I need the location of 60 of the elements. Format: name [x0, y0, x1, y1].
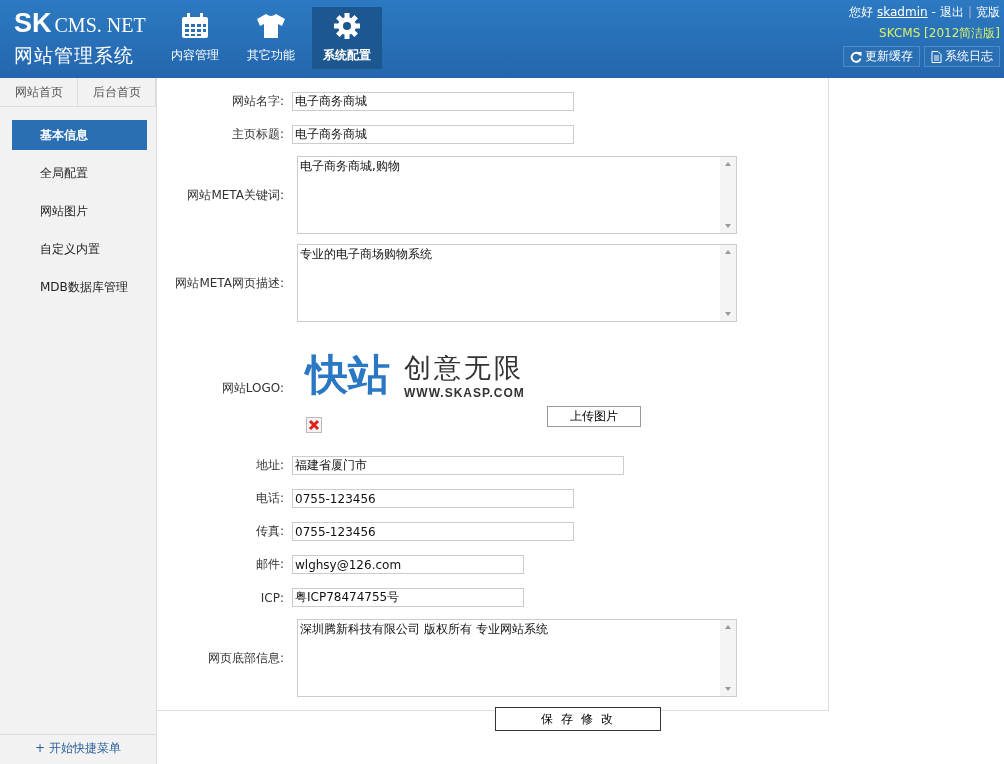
field-label: 电话: — [254, 490, 285, 507]
quick-menu-link[interactable]: + 开始快捷菜单 — [0, 734, 156, 761]
input-field[interactable]: wlghsy@126.com — [292, 555, 524, 574]
sidebar-item[interactable]: MDB数据库管理 — [12, 272, 147, 302]
text-area-value: 专业的电子商场购物系统 — [299, 246, 433, 263]
input-field[interactable]: 0755-123456 — [292, 489, 574, 508]
field-label: 网站META关键词: — [186, 186, 285, 204]
logout-link[interactable]: 退出 — [939, 3, 964, 21]
sidebar-tab[interactable]: 网站首页 — [0, 78, 78, 106]
delete-icon[interactable] — [306, 417, 322, 433]
settings-icon — [334, 12, 360, 39]
wide-mode-link[interactable]: 宽版 — [976, 3, 1000, 21]
toolbar-button[interactable]: 系统日志 — [924, 46, 1000, 67]
sidebar-item[interactable]: 网站图片 — [12, 196, 147, 226]
separator-text: - — [931, 4, 936, 21]
field-label: 网页底部信息: — [206, 649, 285, 667]
logo-url-text: WWW.SKASP.COM — [404, 386, 525, 400]
version-text: SKCMS [2012简洁版] — [879, 25, 1000, 42]
nav-tab[interactable]: 内容管理 — [160, 7, 230, 69]
save-button[interactable]: 保 存 修 改 — [495, 707, 661, 731]
text-area[interactable]: 专业的电子商场购物系统 — [297, 244, 737, 322]
greeting-text: 您好 — [849, 4, 873, 21]
document-icon — [931, 50, 942, 63]
field-label: ICP: — [259, 590, 285, 605]
separator-text: | — [967, 4, 972, 21]
field-label: 邮件: — [254, 556, 285, 573]
input-field[interactable]: 福建省厦门市 — [292, 456, 624, 475]
text-area[interactable]: 电子商务商城,购物 — [297, 156, 737, 234]
sidebar-tab[interactable]: 后台首页 — [78, 78, 156, 106]
field-label: 网站META网页描述: — [174, 274, 285, 292]
field-label: 传真: — [254, 523, 285, 540]
scrollbar[interactable] — [720, 245, 736, 321]
input-field[interactable]: 电子商务商城 — [292, 92, 574, 111]
field-label: 网站名字: — [230, 93, 285, 110]
scrollbar[interactable] — [720, 620, 736, 696]
brand-subtitle: 网站管理系统 — [14, 43, 135, 68]
text-area-value: 电子商务商城,购物 — [299, 158, 401, 175]
scrollbar[interactable] — [720, 157, 736, 233]
input-field[interactable]: 粤ICP78474755号 — [292, 588, 524, 607]
text-area[interactable]: 深圳腾新科技有限公司 版权所有 专业网站系统 — [297, 619, 737, 697]
calendar-icon — [181, 12, 209, 39]
sidebar-item[interactable]: 自定义内置 — [12, 234, 147, 264]
field-label: 网站LOGO: — [220, 379, 285, 397]
field-label: 地址: — [254, 457, 285, 474]
username-link[interactable]: skadmin — [877, 3, 928, 21]
refresh-icon — [850, 50, 862, 63]
field-label: 主页标题: — [230, 126, 285, 143]
nav-tab[interactable]: 系统配置 — [312, 7, 382, 69]
logo-slogan-text: 创意无限 — [404, 351, 525, 385]
nav-tab[interactable]: 其它功能 — [236, 7, 306, 69]
logo-main-text: 快站 — [306, 350, 390, 400]
upload-button[interactable]: 上传图片 — [546, 406, 641, 427]
brand-logo-title: SKCMS. NET — [14, 10, 147, 40]
sidebar-item[interactable]: 全局配置 — [12, 158, 147, 188]
input-field[interactable]: 电子商务商城 — [292, 125, 574, 144]
sidebar-item[interactable]: 基本信息 — [12, 120, 147, 150]
text-area-value: 深圳腾新科技有限公司 版权所有 专业网站系统 — [299, 621, 549, 638]
input-field[interactable]: 0755-123456 — [292, 522, 574, 541]
toolbar-button[interactable]: 更新缓存 — [843, 46, 920, 67]
shirt-icon — [256, 12, 286, 39]
